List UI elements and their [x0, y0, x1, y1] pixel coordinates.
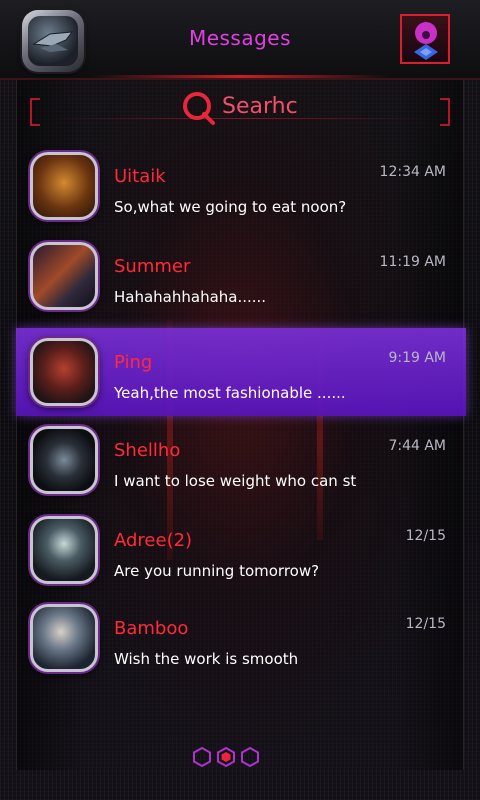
avatar: [30, 516, 98, 584]
search-bracket-left: [30, 98, 40, 126]
message-preview: I want to lose weight who can st: [114, 472, 357, 490]
message-preview: Yeah,the most fashionable ......: [114, 384, 346, 402]
message-preview: Hahahahhahaha......: [114, 288, 267, 306]
page-dot-3-icon[interactable]: [240, 746, 260, 768]
contact-name: Ping: [114, 352, 153, 373]
contact-name: Summer: [114, 256, 191, 277]
contact-name: Bamboo: [114, 618, 189, 639]
search-label: Searhc: [222, 94, 298, 119]
contact-name: Uitaik: [114, 166, 166, 187]
contact-name: Adree(2): [114, 530, 193, 551]
message-preview: So,what we going to eat noon?: [114, 198, 347, 216]
message-preview: Are you running tomorrow?: [114, 562, 320, 580]
message-time: 12/15: [405, 616, 446, 632]
page-dot-2-active-icon[interactable]: [216, 746, 236, 768]
contact-name: Shellho: [114, 440, 181, 461]
avatar: [30, 152, 98, 220]
avatar: [30, 426, 98, 494]
avatar: [30, 338, 98, 406]
conversation-row[interactable]: Uitaik So,what we going to eat noon? 12:…: [16, 142, 466, 230]
header-glow-line: [90, 75, 390, 78]
conversation-row-selected[interactable]: Ping Yeah,the most fashionable ...... 9:…: [16, 328, 466, 416]
avatar: [30, 242, 98, 310]
message-time: 12:34 AM: [379, 164, 446, 180]
message-time: 12/15: [405, 528, 446, 544]
header-bar: Messages: [0, 0, 480, 80]
conversation-row[interactable]: Shellho I want to lose weight who can st…: [16, 416, 466, 504]
page-indicator: [0, 744, 480, 768]
message-preview: Wish the work is smooth: [114, 650, 299, 668]
search-bracket-right: [440, 98, 450, 126]
conversation-row[interactable]: Summer Hahahahhahaha...... 11:19 AM: [16, 232, 466, 320]
message-time: 11:19 AM: [379, 254, 446, 270]
profile-button[interactable]: [400, 14, 450, 64]
search-icon[interactable]: [180, 90, 216, 126]
search-bar[interactable]: Searhc: [30, 90, 450, 126]
page-dot-1-icon[interactable]: [192, 746, 212, 768]
avatar: [30, 604, 98, 672]
conversation-row[interactable]: Adree(2) Are you running tomorrow? 12/15: [16, 506, 466, 594]
conversation-row[interactable]: Bamboo Wish the work is smooth 12/15: [16, 594, 466, 682]
alien-profile-icon: [414, 22, 438, 60]
message-time: 9:19 AM: [388, 350, 446, 366]
message-time: 7:44 AM: [388, 438, 446, 454]
